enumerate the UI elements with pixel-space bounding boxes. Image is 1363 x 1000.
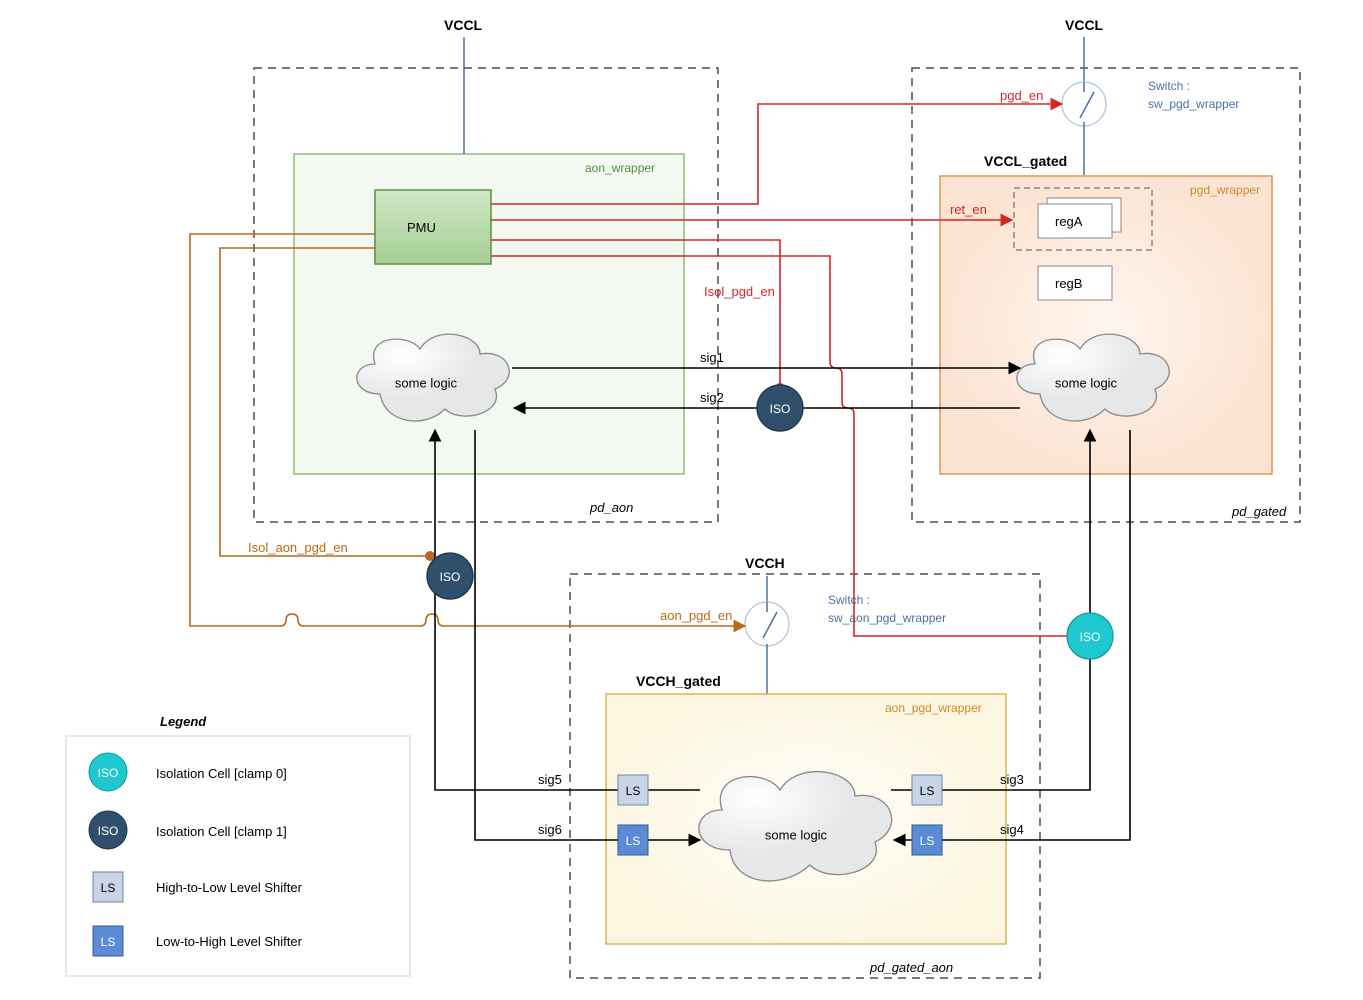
aonpgd-wrapper-label: aon_pgd_wrapper	[885, 701, 982, 715]
switch-aonpgd-n: sw_aon_pgd_wrapper	[828, 611, 946, 625]
ls-sig3-label: LS	[920, 784, 935, 798]
legend-iso1-text: Isolation Cell [clamp 1]	[156, 824, 287, 839]
ls-sig5-label: LS	[626, 784, 641, 798]
iso-sig2-label: ISO	[770, 402, 791, 416]
ls-sig6-label: LS	[626, 834, 641, 848]
legend-ls-lh-text: Low-to-High Level Shifter	[156, 934, 303, 949]
regA-label: regA	[1055, 214, 1083, 229]
label-sig4: sig4	[1000, 822, 1024, 837]
legend-ls-lh-iconlabel: LS	[101, 935, 116, 949]
legend-iso1-iconlabel: ISO	[98, 824, 119, 838]
legend-ls-hl-text: High-to-Low Level Shifter	[156, 880, 303, 895]
legend-iso0-iconlabel: ISO	[98, 766, 119, 780]
label-sig5: sig5	[538, 772, 562, 787]
label-sig3: sig3	[1000, 772, 1024, 787]
label-ret-en: ret_en	[950, 202, 987, 217]
label-pgd-en: pgd_en	[1000, 88, 1043, 103]
label-isol-pgd-en: Isol_pgd_en	[704, 284, 775, 299]
label-sig6: sig6	[538, 822, 562, 837]
label-sig2: sig2	[700, 390, 724, 405]
legend-ls-hl-iconlabel: LS	[101, 881, 116, 895]
legend-title: Legend	[160, 714, 207, 729]
pd-aon-label: pd_aon	[589, 500, 633, 515]
vccl-gated-label: VCCL_gated	[984, 153, 1067, 169]
vccl-left-label: VCCL	[444, 17, 483, 33]
legend-iso0-text: Isolation Cell [clamp 0]	[156, 766, 287, 781]
label-isol-aon-pgd-en: Isol_aon_pgd_en	[248, 540, 348, 555]
switch-aonpgd-t: Switch :	[828, 593, 870, 607]
switch-pgd-t: Switch :	[1148, 79, 1190, 93]
pd-gated-label: pd_gated	[1231, 504, 1287, 519]
regB-label: regB	[1055, 276, 1082, 291]
pgd-logic-label: some logic	[1055, 375, 1118, 390]
vcch-gated-label: VCCH_gated	[636, 673, 721, 689]
aon-logic-label: some logic	[395, 375, 458, 390]
aon-wrapper-label: aon_wrapper	[585, 161, 655, 175]
ls-sig4-label: LS	[920, 834, 935, 848]
label-aon-pgd-en: aon_pgd_en	[660, 608, 732, 623]
pmu-label: PMU	[407, 220, 436, 235]
label-sig1: sig1	[700, 350, 724, 365]
vcch-label: VCCH	[745, 555, 785, 571]
iso-right-label: ISO	[1080, 630, 1101, 644]
switch-pgd-n: sw_pgd_wrapper	[1148, 97, 1239, 111]
aonpgd-logic-label: some logic	[765, 827, 828, 842]
pd-gated-aon-label: pd_gated_aon	[869, 960, 953, 975]
vccl-right-label: VCCL	[1065, 17, 1104, 33]
iso-left-label: ISO	[440, 570, 461, 584]
pgd-wrapper-label: pgd_wrapper	[1190, 183, 1260, 197]
